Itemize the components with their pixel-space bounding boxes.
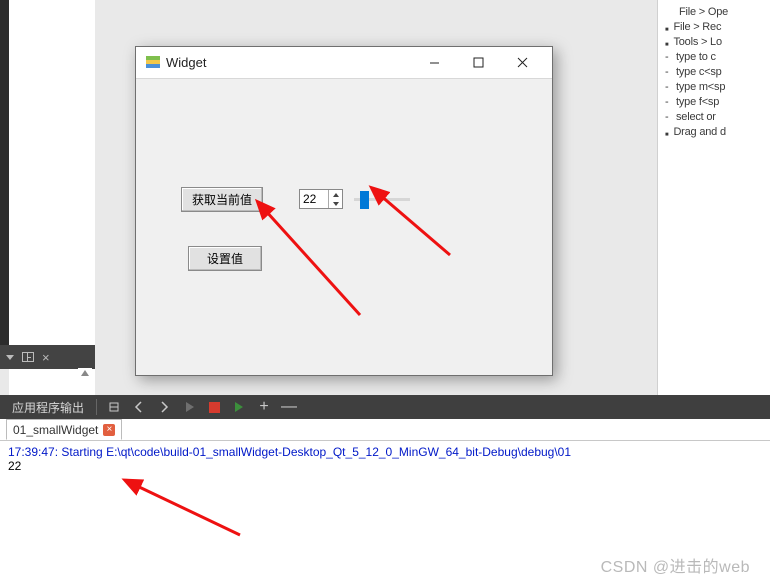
hint-line: Drag and d	[673, 125, 725, 140]
hint-line: type c<sp	[676, 65, 722, 80]
output-tabs: 01_smallWidget ×	[0, 419, 770, 441]
output-console[interactable]: 17:39:47: Starting E:\qt\code\build-01_s…	[0, 441, 770, 561]
left-sidebar	[0, 0, 9, 345]
close-button[interactable]	[500, 49, 544, 77]
separator	[96, 399, 97, 415]
hint-line: type m<sp	[676, 80, 725, 95]
scrollbar[interactable]	[78, 368, 92, 394]
spinbox[interactable]	[299, 189, 343, 209]
attach-icon[interactable]	[105, 398, 123, 416]
spin-up-icon[interactable]	[329, 190, 342, 199]
slider-thumb[interactable]	[360, 191, 369, 209]
titlebar[interactable]: Widget	[136, 47, 552, 79]
output-toolbar: 应用程序输出 + —	[0, 395, 770, 419]
maximize-button[interactable]	[456, 49, 500, 77]
app-icon	[146, 56, 160, 70]
window-body: 获取当前值 设置值	[136, 79, 552, 375]
window-title: Widget	[166, 55, 412, 70]
widget-window: Widget 获取当前值 设置值	[135, 46, 553, 376]
hint-line: type to c	[676, 50, 716, 65]
close-icon[interactable]: ×	[42, 351, 50, 364]
console-line: 22	[8, 459, 762, 473]
zoom-in-icon[interactable]: +	[255, 398, 273, 416]
output-title: 应用程序输出	[0, 399, 96, 416]
hint-line: File > Rec	[673, 20, 721, 35]
next-icon[interactable]	[155, 398, 173, 416]
scroll-up-icon	[81, 370, 89, 376]
watermark: CSDN @进击的web	[601, 553, 750, 577]
console-line: 17:39:47: Starting E:\qt\code\build-01_s…	[8, 445, 762, 459]
hint-line: select or	[676, 110, 716, 125]
output-tab[interactable]: 01_smallWidget ×	[6, 419, 122, 440]
run-icon[interactable]	[180, 398, 198, 416]
hint-line: Tools > Lo	[673, 35, 721, 50]
minimize-button[interactable]	[412, 49, 456, 77]
run-debug-icon[interactable]	[230, 398, 248, 416]
spinbox-input[interactable]	[300, 190, 328, 208]
spin-down-icon[interactable]	[329, 199, 342, 208]
dropdown-icon[interactable]	[6, 355, 14, 360]
window-buttons	[412, 49, 544, 77]
set-value-button[interactable]: 设置值	[188, 246, 262, 271]
stop-icon[interactable]	[205, 398, 223, 416]
welcome-hints: File > Ope ■File > Rec ■Tools > Lo -type…	[657, 0, 770, 140]
output-tab-label: 01_smallWidget	[13, 423, 98, 437]
get-value-button[interactable]: 获取当前值	[181, 187, 263, 212]
root: File > Ope ■File > Rec ■Tools > Lo -type…	[0, 0, 770, 587]
hint-line: type f<sp	[676, 95, 719, 110]
left-gutter	[9, 0, 95, 395]
tab-close-icon[interactable]: ×	[103, 424, 115, 436]
hint-line: File > Ope	[679, 5, 764, 20]
prev-icon[interactable]	[130, 398, 148, 416]
locator-bar: ×	[0, 345, 95, 369]
slider[interactable]	[354, 191, 410, 207]
zoom-out-icon[interactable]: —	[280, 398, 298, 416]
split-icon[interactable]	[22, 352, 34, 362]
